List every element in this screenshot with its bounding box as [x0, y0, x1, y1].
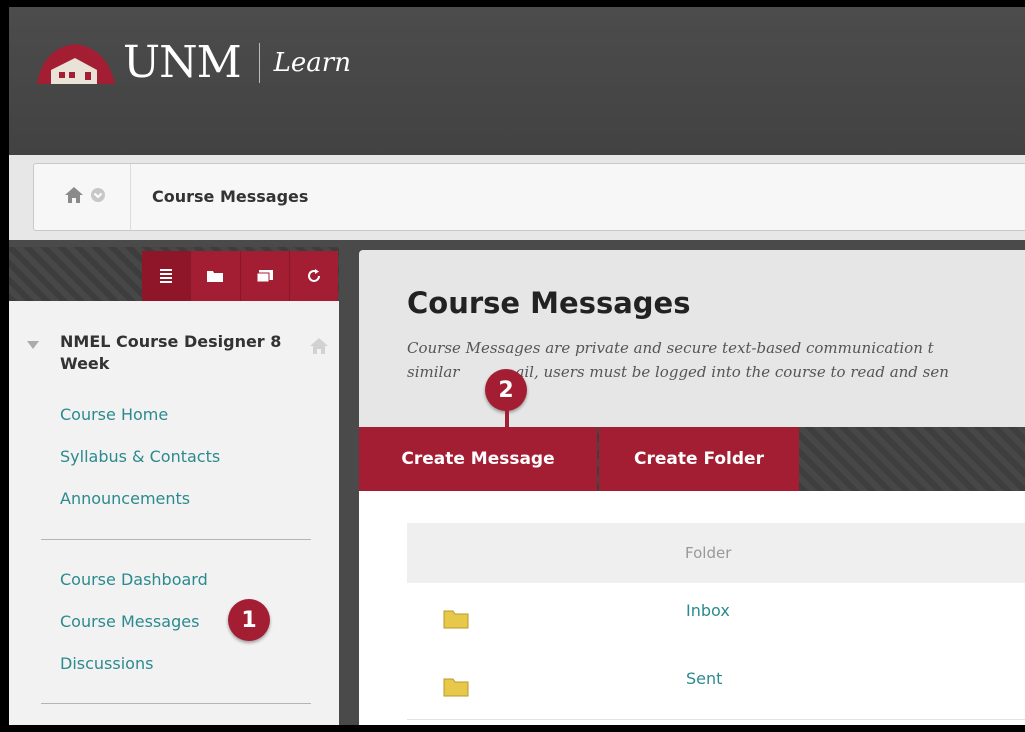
description-line-2-end: ail, users must be logged into the cours… — [515, 363, 949, 381]
folder-icon — [207, 271, 224, 282]
product-name: Learn — [273, 48, 351, 78]
breadcrumb-divider — [130, 164, 131, 230]
callout-arrow-icon — [498, 408, 516, 442]
table-row: Inbox ( — [407, 583, 1025, 652]
unm-logo[interactable]: UNM Learn — [35, 37, 351, 89]
course-title[interactable]: NMEL Course Designer 8 Week — [60, 331, 300, 375]
course-menu-tool[interactable] — [142, 251, 191, 301]
window-view-tool[interactable] — [239, 251, 289, 301]
main-content: Course Messages Course Messages are priv… — [359, 250, 1025, 725]
sidebar-item-syllabus-contacts[interactable]: Syllabus & Contacts — [60, 447, 220, 466]
folder-link-inbox[interactable]: Inbox — [686, 601, 730, 620]
sidebar-item-course-dashboard[interactable]: Course Dashboard — [60, 570, 208, 589]
window-icon — [256, 270, 273, 283]
sidebar-item-announcements[interactable]: Announcements — [60, 489, 190, 508]
unm-logo-mark-icon — [37, 44, 115, 84]
sidebar-toolbar — [142, 251, 338, 301]
sidebar-item-discussions[interactable]: Discussions — [60, 654, 153, 673]
table-header: Folder — [407, 523, 1025, 583]
folder-link-sent[interactable]: Sent — [686, 669, 722, 688]
folder-table: Folder Inbox ( Sent ( — [359, 491, 1025, 725]
sidebar-item-course-messages[interactable]: Course Messages — [60, 612, 199, 631]
logo-divider — [258, 43, 260, 83]
breadcrumb: Course Messages — [33, 163, 1025, 231]
description-line-2-start: similar — [407, 363, 460, 381]
refresh-icon — [307, 269, 320, 282]
list-icon — [160, 269, 173, 283]
chevron-down-circle-icon[interactable] — [90, 187, 106, 203]
app-window: UNM Learn Course Messages NMEL Course De… — [9, 7, 1025, 725]
brand-name: UNM — [123, 37, 242, 88]
table-row: Sent ( — [407, 651, 1025, 720]
course-menu: NMEL Course Designer 8 Week Course Home … — [9, 301, 339, 725]
top-header: UNM Learn — [9, 7, 1025, 155]
sidebar-divider — [41, 539, 311, 540]
create-message-button[interactable]: Create Message — [359, 427, 597, 491]
folder-icon — [443, 610, 469, 629]
create-folder-button[interactable]: Create Folder — [599, 427, 799, 491]
collapse-triangle-icon[interactable] — [27, 341, 39, 349]
callout-badge-1: 1 — [228, 599, 270, 641]
breadcrumb-home-button[interactable] — [64, 186, 106, 204]
description-line-1: Course Messages are private and secure t… — [407, 339, 934, 357]
folder-icon — [443, 678, 469, 697]
sidebar-divider — [41, 703, 311, 704]
page-title: Course Messages — [407, 286, 691, 320]
action-bar: Create Message Create Folder — [359, 427, 1025, 491]
folder-view-tool[interactable] — [190, 251, 239, 301]
breadcrumb-current: Course Messages — [152, 187, 309, 206]
callout-badge-2: 2 — [485, 369, 527, 411]
refresh-tool[interactable] — [288, 251, 338, 301]
home-icon — [65, 187, 83, 203]
breadcrumb-bar: Course Messages — [9, 155, 1025, 240]
sidebar-item-course-home[interactable]: Course Home — [60, 405, 168, 424]
column-header-folder[interactable]: Folder — [685, 544, 731, 562]
course-home-icon[interactable] — [309, 337, 329, 355]
